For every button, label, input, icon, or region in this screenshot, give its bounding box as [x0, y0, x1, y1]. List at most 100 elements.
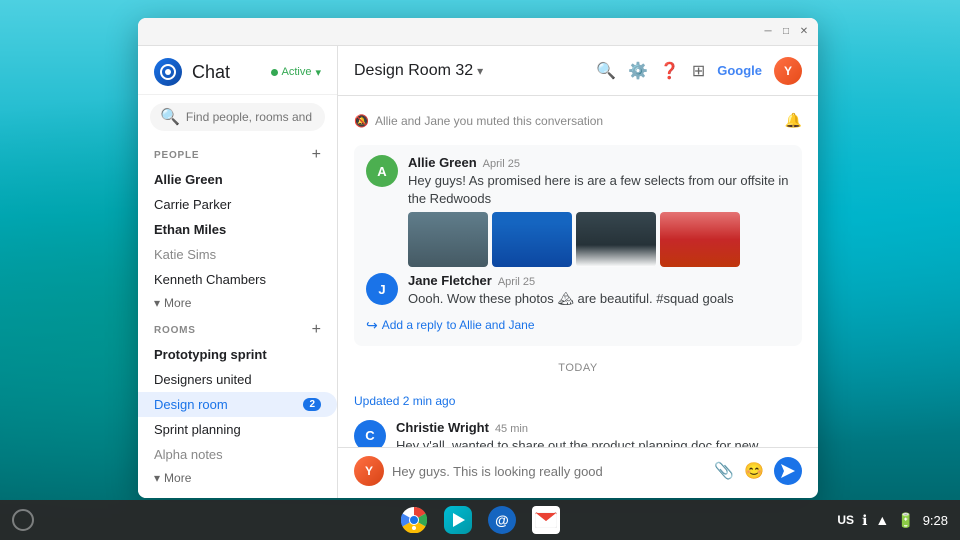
settings-header-icon[interactable]: ⚙️ — [628, 61, 648, 81]
messages-area[interactable]: 🔕 Allie and Jane you muted this conversa… — [338, 96, 818, 447]
rooms-more-toggle[interactable]: ▾ More — [138, 467, 337, 489]
gmail-icon — [532, 506, 560, 534]
sidebar-item-ethan-miles[interactable]: Ethan Miles — [138, 217, 337, 242]
taskbar: @ US ℹ ▲ 🔋 9:28 — [0, 500, 960, 540]
christie-author: Christie Wright — [396, 420, 489, 435]
jane-time: April 25 — [498, 276, 535, 288]
allie-author: Allie Green — [408, 155, 477, 170]
add-bot-button[interactable]: + — [312, 497, 321, 498]
send-button[interactable] — [774, 457, 802, 485]
sidebar-item-katie-sims[interactable]: Katie Sims — [138, 242, 337, 267]
taskbar-app-gmail[interactable] — [532, 506, 560, 534]
updated-notice: Updated 2 min ago — [354, 390, 802, 412]
input-actions: 📎 😊 — [714, 457, 802, 485]
jane-message-content: Jane Fletcher April 25 Oooh. Wow these p… — [408, 273, 790, 308]
jane-text: Oooh. Wow these photos 🏔 are beautiful. … — [408, 290, 790, 308]
christie-message-header: Christie Wright 45 min — [396, 420, 802, 435]
allie-avatar: A — [366, 155, 398, 187]
taskbar-app-at[interactable]: @ — [488, 506, 516, 534]
help-header-icon[interactable]: ❓ — [660, 61, 680, 81]
taskbar-app-chrome[interactable] — [400, 506, 428, 534]
bots-section-header: BOTS + — [138, 489, 337, 498]
people-more-toggle[interactable]: ▾ More — [138, 292, 337, 314]
header-actions: 🔍 ⚙️ ❓ ⊞ Google Y — [596, 57, 802, 85]
status-badge: Active ▾ — [271, 66, 322, 79]
app-logo — [154, 58, 182, 86]
sidebar-item-kenneth-chambers[interactable]: Kenneth Chambers — [138, 267, 337, 292]
info-icon[interactable]: ℹ — [862, 512, 867, 529]
rooms-section-header: ROOMS + — [138, 314, 337, 342]
muted-notice: 🔕 Allie and Jane you muted this conversa… — [354, 108, 802, 137]
status-chevron: ▾ — [315, 66, 321, 79]
chevron-down-icon-rooms: ▾ — [154, 471, 160, 485]
christie-time: 45 min — [495, 423, 528, 435]
old-message-group: A Allie Green April 25 Hey guys! As prom… — [354, 145, 802, 346]
grid-header-icon[interactable]: ⊞ — [692, 61, 705, 81]
reply-button[interactable]: ↩ Add a reply to Allie and Jane — [366, 315, 790, 336]
photo-2[interactable] — [492, 212, 572, 267]
message-row-allie: A Allie Green April 25 Hey guys! As prom… — [366, 155, 790, 267]
day-divider: TODAY — [354, 354, 802, 382]
jane-message-header: Jane Fletcher April 25 — [408, 273, 790, 288]
wifi-icon[interactable]: ▲ — [875, 512, 889, 528]
people-section-header: PEOPLE + — [138, 139, 337, 167]
chat-input-area: Y 📎 😊 — [338, 447, 818, 498]
taskbar-left — [12, 509, 34, 531]
add-room-button[interactable]: + — [312, 322, 321, 338]
chevron-down-icon: ▾ — [154, 296, 160, 310]
sidebar-item-alpha-notes[interactable]: Alpha notes — [138, 442, 337, 467]
close-button[interactable]: ✕ — [798, 26, 810, 38]
design-room-badge: 2 — [303, 398, 321, 411]
taskbar-center: @ — [400, 506, 560, 534]
jane-avatar: J — [366, 273, 398, 305]
rooms-section-label: ROOMS — [154, 325, 196, 336]
app-window: ─ □ ✕ Chat Active ▾ 🔍 — [138, 18, 818, 498]
taskbar-right: US ℹ ▲ 🔋 9:28 — [837, 512, 948, 529]
sidebar-header: Chat Active ▾ — [138, 46, 337, 95]
chrome-active-dot — [412, 526, 416, 530]
mute-icon[interactable]: 🔔 — [785, 112, 802, 129]
chat-area: Design Room 32 ▾ 🔍 ⚙️ ❓ ⊞ Google Y 🔕 All… — [338, 46, 818, 498]
status-label: Active — [282, 66, 312, 78]
search-bar[interactable]: 🔍 — [150, 103, 325, 131]
app-title: Chat — [192, 62, 230, 83]
system-time: 9:28 — [923, 513, 948, 528]
sidebar-item-design-room[interactable]: Design room 2 — [138, 392, 337, 417]
maximize-button[interactable]: □ — [780, 26, 792, 38]
photo-1[interactable] — [408, 212, 488, 267]
emoji-icon[interactable]: 😊 — [744, 461, 764, 481]
search-input[interactable] — [186, 110, 315, 124]
room-dropdown-icon[interactable]: ▾ — [477, 64, 483, 78]
photo-3[interactable] — [576, 212, 656, 267]
taskbar-app-play[interactable] — [444, 506, 472, 534]
region-label: US — [837, 513, 854, 527]
status-dot — [271, 69, 278, 76]
photo-row — [408, 212, 790, 267]
battery-icon[interactable]: 🔋 — [897, 512, 914, 529]
sidebar-item-sprint-planning[interactable]: Sprint planning — [138, 417, 337, 442]
message-row-jane: J Jane Fletcher April 25 Oooh. Wow these… — [366, 273, 790, 308]
room-title: Design Room 32 ▾ — [354, 62, 483, 80]
app-content: Chat Active ▾ 🔍 PEOPLE + Allie Green Car… — [138, 46, 818, 498]
allie-message-content: Allie Green April 25 Hey guys! As promis… — [408, 155, 790, 267]
allie-message-header: Allie Green April 25 — [408, 155, 790, 170]
play-store-icon — [444, 506, 472, 534]
search-header-icon[interactable]: 🔍 — [596, 61, 616, 81]
sidebar-item-allie-green[interactable]: Allie Green — [138, 167, 337, 192]
photo-4[interactable] — [660, 212, 740, 267]
sidebar-item-carrie-parker[interactable]: Carrie Parker — [138, 192, 337, 217]
sidebar-item-prototyping-sprint[interactable]: Prototyping sprint — [138, 342, 337, 367]
christie-text: Hey y'all, wanted to share out the produ… — [396, 437, 802, 447]
input-user-avatar: Y — [354, 456, 384, 486]
bell-slash-icon: 🔕 — [354, 114, 369, 128]
user-avatar[interactable]: Y — [774, 57, 802, 85]
at-icon: @ — [488, 506, 516, 534]
taskbar-circle-button[interactable] — [12, 509, 34, 531]
add-person-button[interactable]: + — [312, 147, 321, 163]
title-bar: ─ □ ✕ — [138, 18, 818, 46]
chat-input[interactable] — [392, 464, 706, 479]
attachment-icon[interactable]: 📎 — [714, 461, 734, 481]
sidebar-item-designers-united[interactable]: Designers united — [138, 367, 337, 392]
google-button[interactable]: Google — [717, 63, 762, 78]
minimize-button[interactable]: ─ — [762, 26, 774, 38]
